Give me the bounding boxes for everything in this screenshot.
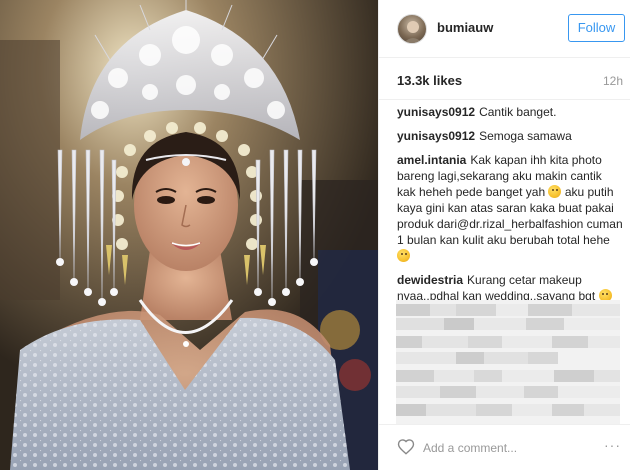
likes-count[interactable]: 13.3k likes [397,73,462,88]
likes-row: 13.3k likes 12h [379,58,630,100]
heart-icon[interactable] [397,438,415,456]
comments-list: yunisays0912 Cantik banget. yunisays0912 S… [397,104,623,328]
comment-username[interactable]: yunisays0912 [397,129,475,143]
comment-username[interactable]: amel.intania [397,153,466,167]
more-options-icon[interactable]: ··· [604,437,621,453]
comment: amel.intania Kak kapan ihh kita photo bar… [397,152,623,264]
avatar-image [403,21,423,43]
comment-text: Cantik banget. [479,105,557,119]
add-comment-row: ··· [379,424,630,470]
comment-username[interactable]: yunisays0912 [397,105,475,119]
comment-username[interactable]: dewidestria [397,273,463,287]
comment-text: Semoga samawa [479,129,572,143]
smiley-emoji-icon [548,185,562,198]
pixelated-blocks [396,300,620,424]
smiley-emoji-icon [397,249,410,262]
pixelated-comments [396,300,620,424]
post-header: bumiauw Follow [379,0,630,58]
post-time[interactable]: 12h [603,74,623,88]
comment: yunisays0912 Semoga samawa [397,128,623,144]
bride-photo-illustration [0,0,378,470]
post-photo [0,0,378,470]
comment: yunisays0912 Cantik banget. [397,104,623,120]
username[interactable]: bumiauw [437,20,493,35]
follow-button[interactable]: Follow [568,14,625,42]
add-comment-input[interactable] [423,439,593,457]
avatar[interactable] [397,14,427,44]
